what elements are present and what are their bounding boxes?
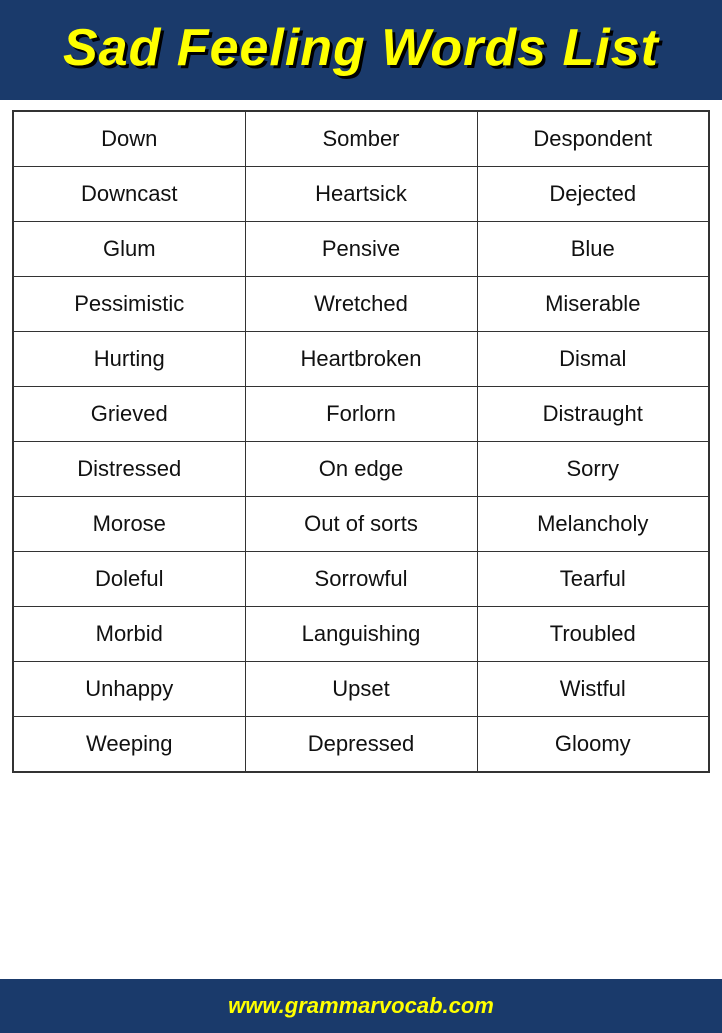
table-cell: Doleful	[13, 552, 245, 607]
table-cell: Distressed	[13, 442, 245, 497]
table-cell: Gloomy	[477, 717, 709, 773]
table-cell: Morose	[13, 497, 245, 552]
table-cell: Wretched	[245, 277, 477, 332]
table-cell: Sorry	[477, 442, 709, 497]
footer-url: www.grammarvocab.com	[228, 993, 494, 1018]
table-cell: On edge	[245, 442, 477, 497]
table-row: GrievedForlornDistraught	[13, 387, 709, 442]
table-cell: Downcast	[13, 167, 245, 222]
table-cell: Out of sorts	[245, 497, 477, 552]
table-container: DownSomberDespondentDowncastHeartsickDej…	[0, 100, 722, 979]
table-row: DowncastHeartsickDejected	[13, 167, 709, 222]
table-cell: Pessimistic	[13, 277, 245, 332]
table-row: DownSomberDespondent	[13, 111, 709, 167]
table-row: WeepingDepressedGloomy	[13, 717, 709, 773]
table-cell: Wistful	[477, 662, 709, 717]
table-cell: Languishing	[245, 607, 477, 662]
table-cell: Troubled	[477, 607, 709, 662]
table-cell: Blue	[477, 222, 709, 277]
table-cell: Dismal	[477, 332, 709, 387]
table-cell: Down	[13, 111, 245, 167]
page-title: Sad Feeling Words List	[20, 18, 702, 78]
table-cell: Heartsick	[245, 167, 477, 222]
table-cell: Dejected	[477, 167, 709, 222]
table-cell: Glum	[13, 222, 245, 277]
table-cell: Distraught	[477, 387, 709, 442]
table-row: GlumPensiveBlue	[13, 222, 709, 277]
table-cell: Morbid	[13, 607, 245, 662]
table-cell: Grieved	[13, 387, 245, 442]
table-cell: Forlorn	[245, 387, 477, 442]
words-table: DownSomberDespondentDowncastHeartsickDej…	[12, 110, 710, 773]
table-cell: Heartbroken	[245, 332, 477, 387]
table-cell: Melancholy	[477, 497, 709, 552]
page-header: Sad Feeling Words List	[0, 0, 722, 100]
table-row: MoroseOut of sortsMelancholy	[13, 497, 709, 552]
table-row: MorbidLanguishingTroubled	[13, 607, 709, 662]
table-cell: Miserable	[477, 277, 709, 332]
table-row: HurtingHeartbrokenDismal	[13, 332, 709, 387]
table-row: PessimisticWretchedMiserable	[13, 277, 709, 332]
table-cell: Hurting	[13, 332, 245, 387]
table-cell: Sorrowful	[245, 552, 477, 607]
table-row: UnhappyUpsetWistful	[13, 662, 709, 717]
table-row: DistressedOn edgeSorry	[13, 442, 709, 497]
table-cell: Weeping	[13, 717, 245, 773]
table-cell: Depressed	[245, 717, 477, 773]
table-cell: Somber	[245, 111, 477, 167]
table-cell: Unhappy	[13, 662, 245, 717]
table-cell: Upset	[245, 662, 477, 717]
table-cell: Despondent	[477, 111, 709, 167]
page-footer: www.grammarvocab.com	[0, 979, 722, 1033]
table-cell: Tearful	[477, 552, 709, 607]
table-row: DolefulSorrowfulTearful	[13, 552, 709, 607]
table-cell: Pensive	[245, 222, 477, 277]
